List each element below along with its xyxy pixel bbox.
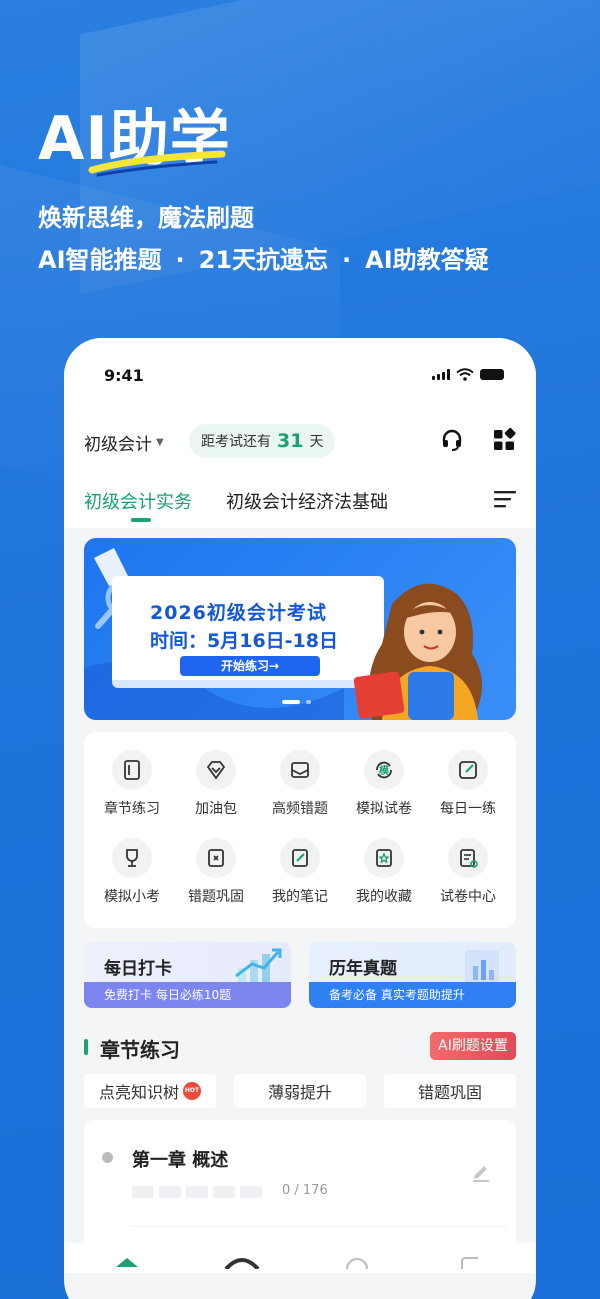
hero-features: AI智能推题 · 21天抗遗忘 · AI助教答疑: [38, 240, 489, 275]
daily-checkin-card[interactable]: 每日打卡 免费打卡 每日必练10题: [84, 942, 291, 1008]
quick-action-label: 高频错题: [272, 801, 328, 817]
home-icon[interactable]: [114, 1255, 140, 1269]
separator: ·: [175, 246, 185, 274]
divider: [132, 1226, 506, 1227]
quick-action-label: 错题巩固: [188, 889, 244, 905]
banner-time: 时间：5月16日-18日: [150, 630, 338, 652]
quick-action-chapter-practice[interactable]: 章节练习: [90, 750, 174, 818]
document-chart-icon: [465, 950, 499, 984]
signal-icon: [432, 369, 450, 380]
quick-action-my-notes[interactable]: 我的笔记: [258, 838, 342, 906]
card-title: 每日打卡: [104, 959, 172, 979]
exam-countdown: 距考试还有 31 天: [189, 424, 336, 458]
battery-icon: [480, 369, 504, 380]
phone-frame: 9:41 初级会计 ▼ 距考试还有 31 天 初级会计实务 初级会计经济法基础 …: [64, 338, 536, 1299]
card-subtitle: 备考必备 真实考题助提升: [309, 982, 516, 1008]
chapter-progress-count: 0 / 176: [282, 1183, 328, 1198]
card-title: 历年真题: [329, 959, 397, 979]
quick-action-boost-pack[interactable]: 加油包: [174, 750, 258, 818]
trophy-icon: [112, 838, 152, 878]
wrong-book-icon: [196, 838, 236, 878]
headset-icon[interactable]: [440, 428, 464, 452]
svg-text:模: 模: [379, 764, 390, 777]
filter-label: 薄弱提升: [267, 1083, 332, 1102]
start-practice-button[interactable]: 开始练习→: [180, 656, 320, 676]
compass-icon[interactable]: [344, 1255, 370, 1269]
caret-down-icon: ▼: [156, 437, 164, 448]
notebook-icon: [112, 750, 152, 790]
quick-action-mini-mock[interactable]: 模拟小考: [90, 838, 174, 906]
filter-label: 点亮知识树: [98, 1083, 179, 1102]
chapter-title: 第一章 概述: [132, 1150, 229, 1171]
hot-badge: HOT: [183, 1082, 201, 1100]
tab-economic-law[interactable]: 初级会计经济法基础: [226, 488, 388, 514]
status-time: 9:41: [104, 366, 144, 385]
chart-arrow-icon: [235, 948, 282, 984]
exam-name: 初级会计: [84, 435, 152, 455]
quick-action-label: 我的收藏: [356, 889, 412, 905]
quick-action-label: 模拟小考: [104, 889, 160, 905]
quick-action-label: 加油包: [195, 801, 237, 817]
chapter-progress-bar: [132, 1186, 262, 1198]
quick-action-my-favorites[interactable]: 我的收藏: [342, 838, 426, 906]
quick-action-label: 每日一练: [440, 801, 496, 817]
exam-selector[interactable]: 初级会计 ▼: [84, 430, 164, 455]
hero-underline: [88, 150, 226, 177]
filter-knowledge-tree[interactable]: 点亮知识树 HOT: [84, 1074, 216, 1108]
banner-title: 2026初级会计考试: [150, 602, 327, 624]
girl-illustration: [353, 583, 482, 720]
app-header: 9:41 初级会计 ▼ 距考试还有 31 天 初级会计实务 初级会计经济法基础: [64, 338, 536, 528]
quick-action-paper-center[interactable]: 试卷中心: [426, 838, 510, 906]
menu-icon[interactable]: [494, 490, 516, 508]
banner-pagination: [282, 700, 311, 704]
wifi-icon: [456, 368, 474, 381]
ai-settings-button[interactable]: AI刷题设置: [430, 1032, 516, 1060]
filter-error-review[interactable]: 错题巩固: [384, 1074, 516, 1108]
hero-subtitle: 焕新思维，魔法刷题: [38, 204, 254, 232]
quick-action-mock-exam[interactable]: 模 模拟试卷: [342, 750, 426, 818]
section-title: 章节练习: [100, 1038, 180, 1062]
chapter-status-dot: [102, 1152, 113, 1163]
filter-label: 错题巩固: [417, 1083, 482, 1102]
gem-icon: [196, 750, 236, 790]
note-icon: [280, 838, 320, 878]
bottom-tab-bar: [64, 1243, 536, 1273]
pencil-icon[interactable]: [470, 1160, 492, 1182]
apps-grid-icon[interactable]: [492, 428, 516, 452]
past-exams-card[interactable]: 历年真题 备考必备 真实考题助提升: [309, 942, 516, 1008]
hero-feature: 21天抗遗忘: [198, 246, 329, 274]
quick-action-label: 模拟试卷: [356, 801, 412, 817]
quick-action-label: 试卷中心: [440, 889, 496, 905]
pencil-square-icon: [448, 750, 488, 790]
banner-board: 2026初级会计考试 时间：5月16日-18日 开始练习→: [112, 576, 384, 688]
star-bookmark-icon: [364, 838, 404, 878]
mock-exam-icon: 模: [364, 750, 404, 790]
quick-action-daily-practice[interactable]: 每日一练: [426, 750, 510, 818]
envelope-icon: [280, 750, 320, 790]
profile-icon[interactable]: [458, 1255, 484, 1269]
hero-feature: AI助教答疑: [365, 246, 489, 274]
quick-action-frequent-errors[interactable]: 高频错题: [258, 750, 342, 818]
quick-action-label: 我的笔记: [272, 889, 328, 905]
quick-actions-panel: 章节练习 加油包 高频错题 模 模拟试卷 每日一练 模拟小考 错题巩固 我的笔记: [84, 732, 516, 928]
countdown-days: 31: [277, 430, 304, 452]
status-icons: [432, 368, 504, 381]
countdown-suffix: 天: [309, 434, 324, 450]
quick-action-error-review[interactable]: 错题巩固: [174, 838, 258, 906]
countdown-prefix: 距考试还有: [201, 434, 271, 450]
paper-star-icon: [448, 838, 488, 878]
quick-action-label: 章节练习: [104, 801, 160, 817]
separator: ·: [342, 246, 352, 274]
card-subtitle: 免费打卡 每日必练10题: [84, 982, 291, 1008]
tab-accounting-practice[interactable]: 初级会计实务: [84, 488, 192, 514]
section-accent-bar: [84, 1039, 88, 1055]
hero-feature: AI智能推题: [38, 246, 162, 274]
promo-banner[interactable]: 2026初级会计考试 时间：5月16日-18日 开始练习→: [84, 538, 516, 720]
course-icon[interactable]: [222, 1255, 262, 1269]
active-tab-indicator: [131, 518, 151, 522]
filter-weak-points[interactable]: 薄弱提升: [234, 1074, 366, 1108]
